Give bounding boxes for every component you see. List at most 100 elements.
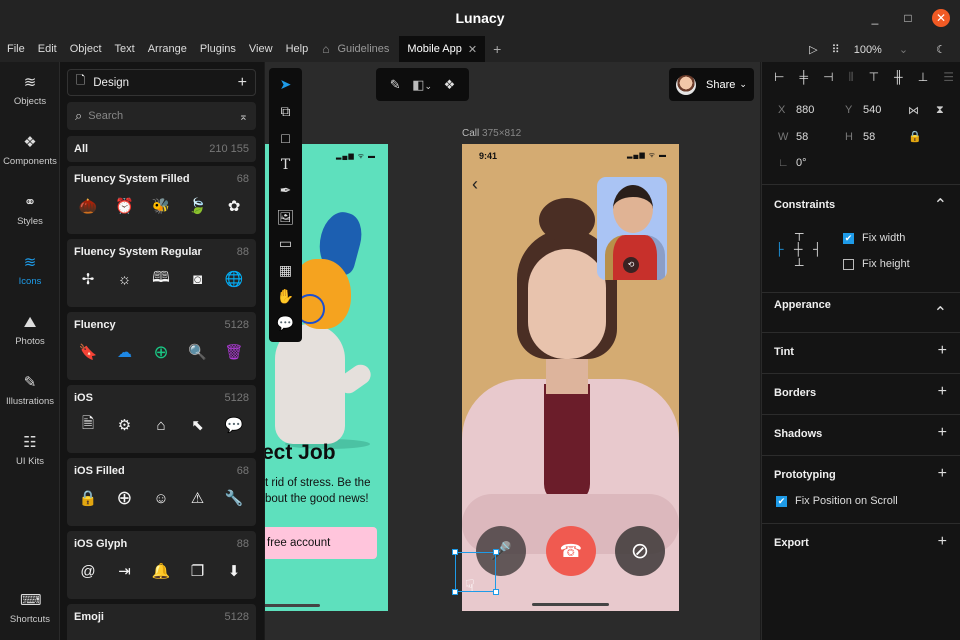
document-disc-icon[interactable]: ◙ [188, 269, 208, 289]
chevron-up-icon[interactable]: ⌃ [934, 195, 947, 215]
distribute-v-icon[interactable]: ☰ [943, 70, 954, 85]
selection-box[interactable] [452, 549, 499, 595]
alarm-clock-icon[interactable]: ⏰ [115, 196, 135, 216]
trash-icon[interactable]: 🗑 [224, 342, 244, 362]
flower-icon[interactable]: ✿ [224, 196, 244, 216]
set-fluency-system-regular[interactable]: Fluency System Regular 88 ✢ ☼ 🕮 ◙ 🌐 [67, 239, 256, 307]
acorn-icon[interactable]: 🌰 [78, 196, 98, 216]
solar-panel-icon[interactable]: ☼ [115, 269, 135, 289]
create-account-button[interactable]: free account [265, 527, 377, 559]
set-ios[interactable]: iOS 5128 🗎 ⚙ ⌂ ⬉ 💬 [67, 385, 256, 453]
download-circle-icon[interactable]: ⬇ [224, 561, 244, 581]
rail-styles[interactable]: ⚭ Styles [0, 194, 60, 227]
rail-icons[interactable]: ≋ Icons [0, 254, 60, 287]
boolean-ops-button[interactable]: ◧⌄ [412, 77, 432, 93]
align-left-icon[interactable]: ⊢ [774, 70, 784, 85]
pen-tool-icon[interactable]: ✒ [276, 181, 295, 200]
select-tool-icon[interactable]: ➤ [276, 75, 295, 94]
resize-handle[interactable] [493, 589, 499, 595]
tab-mobile-app[interactable]: Mobile App ✕ [399, 36, 486, 62]
end-call-button[interactable]: ☎ [546, 526, 596, 576]
tab-close-icon[interactable]: ✕ [468, 43, 477, 56]
rectangle-tool-icon[interactable]: □ [276, 128, 295, 147]
hand-tool-icon[interactable]: ✋ [276, 287, 295, 306]
menu-edit[interactable]: Edit [38, 43, 57, 55]
y-field[interactable]: Y 540 [845, 104, 881, 116]
menu-help[interactable]: Help [286, 43, 309, 55]
constraint-widget[interactable]: ┬ ├ ┼ ┤ ┴ [775, 226, 825, 276]
menu-text[interactable]: Text [115, 43, 135, 55]
leaf-icon[interactable]: 🍃 [188, 196, 208, 216]
frame-tool-icon[interactable]: ⧉ [276, 102, 295, 121]
globe-icon[interactable]: 🌐 [224, 269, 244, 289]
rail-shortcuts[interactable]: ⌨ Shortcuts [0, 592, 60, 625]
add-border-button[interactable]: + [938, 383, 947, 401]
distribute-h-icon[interactable]: ⫴ [849, 70, 854, 85]
windmill-icon[interactable]: ✢ [78, 269, 98, 289]
fix-position-checkbox[interactable]: ✔ Fix Position on Scroll [776, 495, 898, 507]
bee-icon[interactable]: 🐝 [151, 196, 171, 216]
rail-illustrations[interactable]: ✎ Illustrations [0, 374, 60, 407]
lock-icon[interactable]: 🔒 [78, 488, 98, 508]
create-component-icon[interactable]: ❖ [444, 77, 456, 93]
constraint-bottom[interactable]: ┴ [795, 258, 804, 272]
comment-tool-icon[interactable]: 💬 [276, 314, 295, 333]
rotation-field[interactable]: ∟ 0° [778, 157, 807, 169]
rail-objects[interactable]: ≋ Objects [0, 74, 60, 107]
align-bottom-icon[interactable]: ⊥ [918, 70, 928, 85]
bell-icon[interactable]: 🔔 [151, 561, 171, 581]
add-export-button[interactable]: + [938, 533, 947, 551]
set-emoji[interactable]: Emoji 5128 [67, 604, 256, 640]
fix-height-checkbox[interactable]: Fix height [843, 258, 910, 270]
cloud-download-icon[interactable]: ☁ [115, 342, 135, 362]
lock-ratio-icon[interactable]: 🔒 [908, 130, 922, 143]
add-button[interactable]: + [238, 74, 247, 92]
fix-width-checkbox[interactable]: ✔ Fix width [843, 232, 905, 244]
add-circle-icon[interactable]: ⊕ [151, 342, 171, 362]
edit-pencil-icon[interactable]: ✎ [390, 77, 401, 93]
component-tool-icon[interactable]: ▭ [276, 234, 295, 253]
w-field[interactable]: W 58 [778, 131, 808, 143]
menu-file[interactable]: File [7, 43, 25, 55]
at-sign-icon[interactable]: @ [78, 561, 98, 581]
call-artboard[interactable]: 9:41 ▂▄▆ ᯤ ▬ ‹ ⟲ 🎤 ☎ ⊘ [462, 144, 679, 611]
zoom-select[interactable]: 100% ⌄ [854, 43, 922, 56]
chat-bubble-icon[interactable]: 💬 [224, 415, 244, 435]
minimize-button[interactable]: _ [866, 9, 884, 27]
constraint-center[interactable]: ┼ [794, 242, 803, 256]
resize-handle[interactable] [493, 549, 499, 555]
document-selector[interactable]: 🗋 Design + [67, 69, 256, 96]
add-circle-icon[interactable]: ⊕ [115, 488, 135, 509]
tab-guidelines[interactable]: Guidelines [337, 43, 389, 55]
align-center-h-icon[interactable]: ╪ [800, 70, 809, 85]
add-shadow-button[interactable]: + [938, 424, 947, 442]
self-video-preview[interactable]: ⟲ [597, 177, 667, 280]
resize-handle[interactable] [452, 589, 458, 595]
menu-plugins[interactable]: Plugins [200, 43, 236, 55]
constraint-right[interactable]: ┤ [813, 242, 822, 256]
set-ios-glyph[interactable]: iOS Glyph 88 @ ⇥ 🔔 ❐ ⬇ [67, 531, 256, 599]
theme-moon-icon[interactable]: ☾ [936, 43, 946, 56]
settings-icon[interactable]: ⚙ [115, 415, 135, 435]
document-icon[interactable]: 🗎 [78, 415, 98, 435]
frame-label[interactable]: Call 375×812 [462, 128, 521, 139]
text-tool-icon[interactable]: T [276, 155, 295, 174]
share-button[interactable]: Share ⌄ [669, 68, 754, 101]
set-ios-filled[interactable]: iOS Filled 68 🔒 ⊕ ☺ ⚠ 🔧 [67, 458, 256, 526]
play-icon[interactable]: ▷ [809, 43, 817, 56]
warning-icon[interactable]: ⚠ [188, 488, 208, 508]
align-top-icon[interactable]: ⊤ [869, 70, 879, 85]
x-field[interactable]: X 880 [778, 104, 814, 116]
home-icon[interactable]: ⌂ [151, 415, 171, 435]
search-input[interactable] [88, 110, 209, 122]
wrench-icon[interactable]: 🔧 [224, 488, 244, 508]
align-center-v-icon[interactable]: ╫ [894, 70, 903, 85]
search-icon[interactable]: 🔍 [188, 342, 208, 362]
canvas[interactable]: ▂▄▆ ᯤ ▬ ect Job t rid of stress. Be the … [265, 62, 760, 640]
back-chevron-icon[interactable]: ‹ [472, 174, 478, 195]
set-all[interactable]: All 210 155 [67, 136, 256, 162]
switch-camera-icon[interactable]: ⟲ [623, 257, 639, 273]
cursor-icon[interactable]: ⬉ [188, 415, 208, 435]
set-fluency[interactable]: Fluency 5128 🔖 ☁ ⊕ 🔍 🗑 [67, 312, 256, 380]
h-field[interactable]: H 58 [845, 131, 875, 143]
